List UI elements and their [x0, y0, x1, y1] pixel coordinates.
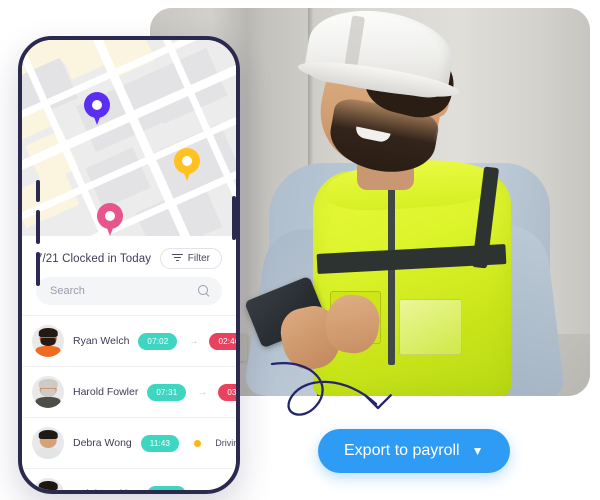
filter-button[interactable]: Filter: [159, 248, 222, 269]
employee-name: Debra Wong: [73, 437, 132, 449]
employee-list: Ryan Welch 07:02 → 02:46 Harold Fowler 07:31 →…: [22, 315, 236, 495]
avatar: [32, 325, 64, 357]
clock-in-badge: 11:43: [140, 434, 180, 452]
export-to-payroll-button[interactable]: Export to payroll ▼: [318, 429, 510, 473]
employee-name: Harold Fowler: [73, 386, 139, 398]
clock-out-badge: 03:15: [218, 383, 236, 401]
status-badge: Lunch br...: [222, 489, 238, 494]
clocked-in-header: 7/21 Clocked in Today Filter: [22, 236, 236, 277]
clock-in-badge: 07:02: [138, 332, 178, 350]
employee-name: Ryan Welch: [73, 335, 130, 347]
filter-button-label: Filter: [187, 253, 210, 264]
worker-vest-zipper: [387, 178, 395, 365]
phone-mute-switch: [36, 180, 40, 202]
search-bar[interactable]: [36, 277, 222, 305]
funnel-icon: [171, 254, 183, 263]
avatar: [32, 427, 64, 459]
status-badge: Driving to...: [215, 438, 239, 448]
phone-power-button: [232, 196, 236, 240]
status-dot-icon: [201, 491, 208, 495]
phone-mockup: 7/21 Clocked in Today Filter Ryan Welch 0…: [18, 36, 240, 494]
search-input[interactable]: [48, 284, 192, 298]
table-row[interactable]: Harold Fowler 07:31 → 03:15: [22, 366, 236, 417]
search-container: [22, 277, 236, 315]
status-dot-icon: [194, 439, 202, 447]
clock-out-badge: 02:46: [209, 332, 236, 350]
search-icon[interactable]: [198, 285, 210, 297]
table-row[interactable]: Debra Wong 11:43 Driving to...: [22, 417, 236, 468]
clock-in-badge: 07:31: [147, 383, 187, 401]
map-view[interactable]: [22, 40, 236, 236]
phone-volume-down-button: [36, 252, 40, 286]
composition-stage: 7/21 Clocked in Today Filter Ryan Welch 0…: [0, 0, 600, 500]
table-row[interactable]: Ralph Perkins 12:28 Lunch br...: [22, 468, 236, 495]
avatar: [32, 478, 64, 490]
map-pin-yellow[interactable]: [174, 148, 200, 182]
map-pin-purple[interactable]: [84, 92, 110, 126]
avatar: [32, 376, 64, 408]
clock-in-badge: 12:28: [147, 485, 187, 490]
table-row[interactable]: Ryan Welch 07:02 → 02:46: [22, 315, 236, 366]
map-block: [85, 147, 151, 209]
worker-vest-pocket-right: [398, 299, 463, 356]
arrow-right-icon: →: [197, 386, 208, 398]
export-button-label: Export to payroll: [344, 442, 460, 459]
chevron-down-icon: ▼: [471, 444, 484, 458]
phone-volume-up-button: [36, 210, 40, 244]
page-title: 7/21 Clocked in Today: [36, 252, 152, 265]
map-pin-pink[interactable]: [97, 203, 123, 236]
employee-name: Ralph Perkins: [73, 488, 139, 494]
arrow-right-icon: →: [188, 335, 199, 347]
